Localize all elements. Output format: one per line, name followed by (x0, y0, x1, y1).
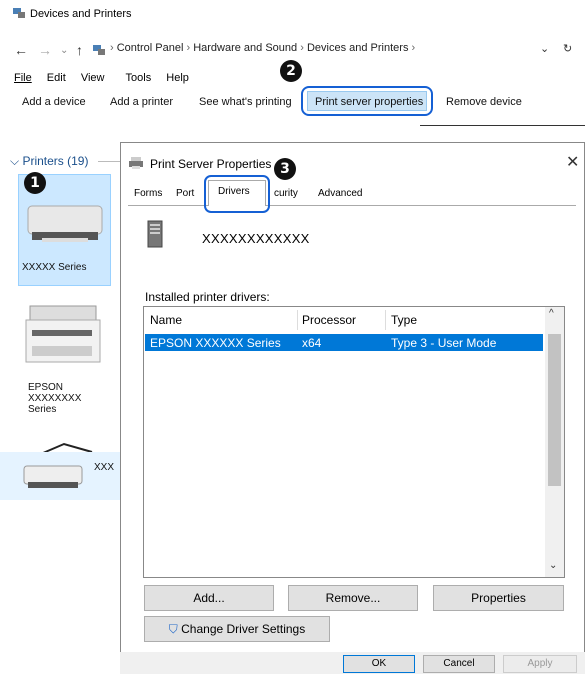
change-driver-settings-label: Change Driver Settings (181, 622, 306, 636)
dialog-title: Print Server Properties (150, 157, 272, 171)
scroll-down-icon[interactable]: ⌄ (549, 560, 557, 571)
column-header-name[interactable]: Name (150, 313, 182, 327)
cancel-button[interactable]: Cancel (423, 655, 495, 673)
menu-help[interactable]: Help (166, 72, 189, 84)
breadcrumb-control-panel[interactable]: Control Panel (117, 42, 184, 54)
callout-1: 1 (24, 172, 46, 194)
tab-strip-line (128, 205, 576, 206)
row-cell-name: EPSON XXXXXX Series (150, 336, 281, 350)
remove-driver-button[interactable]: Remove... (288, 585, 418, 611)
printers-group-label: Printers (19) (22, 154, 89, 168)
breadcrumb-hardware-sound[interactable]: Hardware and Sound (193, 42, 297, 54)
back-arrow-icon[interactable]: ← (14, 42, 28, 58)
close-icon[interactable]: ✕ (566, 152, 579, 172)
column-header-type[interactable]: Type (391, 313, 417, 327)
printer-title-icon (129, 157, 143, 169)
up-arrow-icon[interactable]: ↑ (76, 42, 83, 58)
toolbar-separator (420, 125, 585, 126)
tab-ports[interactable]: Port (176, 188, 194, 199)
add-printer-button[interactable]: Add a printer (110, 96, 173, 108)
highlight-print-server (301, 86, 433, 116)
remove-device-button[interactable]: Remove device (446, 96, 522, 108)
multifunction-printer-icon[interactable] (22, 302, 104, 372)
printer-icon (27, 205, 103, 242)
driver-properties-button[interactable]: Properties (433, 585, 564, 611)
breadcrumb-devices-printers[interactable]: Devices and Printers (307, 42, 409, 54)
see-printing-button[interactable]: See what's printing (199, 96, 292, 108)
printers-group-header[interactable]: ⌵ Printers (19) (10, 154, 88, 169)
shield-icon: ⛉ (168, 622, 178, 636)
menu-edit[interactable]: Edit (47, 72, 66, 84)
tab-forms[interactable]: Forms (134, 188, 162, 199)
apply-button[interactable]: Apply (503, 655, 577, 673)
address-bar[interactable]: › Control Panel › Hardware and Sound › D… (110, 42, 415, 54)
refresh-icon[interactable]: ↻ (563, 42, 572, 55)
address-dropdown-icon[interactable]: ⌄ (540, 42, 549, 55)
column-divider (385, 310, 386, 330)
scroll-thumb[interactable] (548, 334, 561, 486)
change-driver-settings-button[interactable]: ⛉ Change Driver Settings (144, 616, 330, 642)
server-name: XXXXXXXXXXXX (202, 231, 310, 246)
chevron-down-icon: ⌵ (10, 154, 23, 168)
row-cell-type: Type 3 - User Mode (391, 336, 497, 350)
menu-file[interactable]: File (14, 72, 32, 84)
control-panel-icon (93, 45, 105, 55)
row-cell-processor: x64 (302, 336, 322, 350)
scroll-up-icon[interactable]: ^ (549, 308, 554, 319)
forward-arrow-icon[interactable]: → (38, 42, 52, 58)
device-label-1: XXXXX Series (22, 262, 87, 273)
tab-security[interactable]: curity (274, 188, 298, 199)
installed-drivers-label: Installed printer drivers: (145, 290, 270, 304)
device-label-2: EPSON XXXXXXXX Series (28, 382, 82, 415)
recent-dropdown-icon[interactable]: ⌄ (60, 45, 68, 56)
add-driver-button[interactable]: Add... (144, 585, 274, 611)
group-divider (98, 161, 122, 162)
tab-advanced[interactable]: Advanced (318, 188, 362, 199)
device-label-3: XXX (94, 462, 115, 473)
ok-button[interactable]: OK (343, 655, 415, 673)
server-icon (147, 220, 163, 248)
column-header-processor[interactable]: Processor (302, 313, 356, 327)
callout-3: 3 (274, 158, 296, 180)
menu-bar: File Edit View Tools Help (14, 72, 201, 84)
menu-view[interactable]: View (81, 72, 105, 84)
column-divider (297, 310, 298, 330)
callout-2: 2 (280, 60, 302, 82)
menu-tools[interactable]: Tools (126, 72, 152, 84)
devices-printers-icon (13, 8, 25, 18)
window-title: Devices and Printers (30, 8, 132, 20)
add-device-button[interactable]: Add a device (22, 96, 86, 108)
highlight-drivers-tab (204, 175, 270, 213)
printer-small-icon (23, 465, 83, 488)
